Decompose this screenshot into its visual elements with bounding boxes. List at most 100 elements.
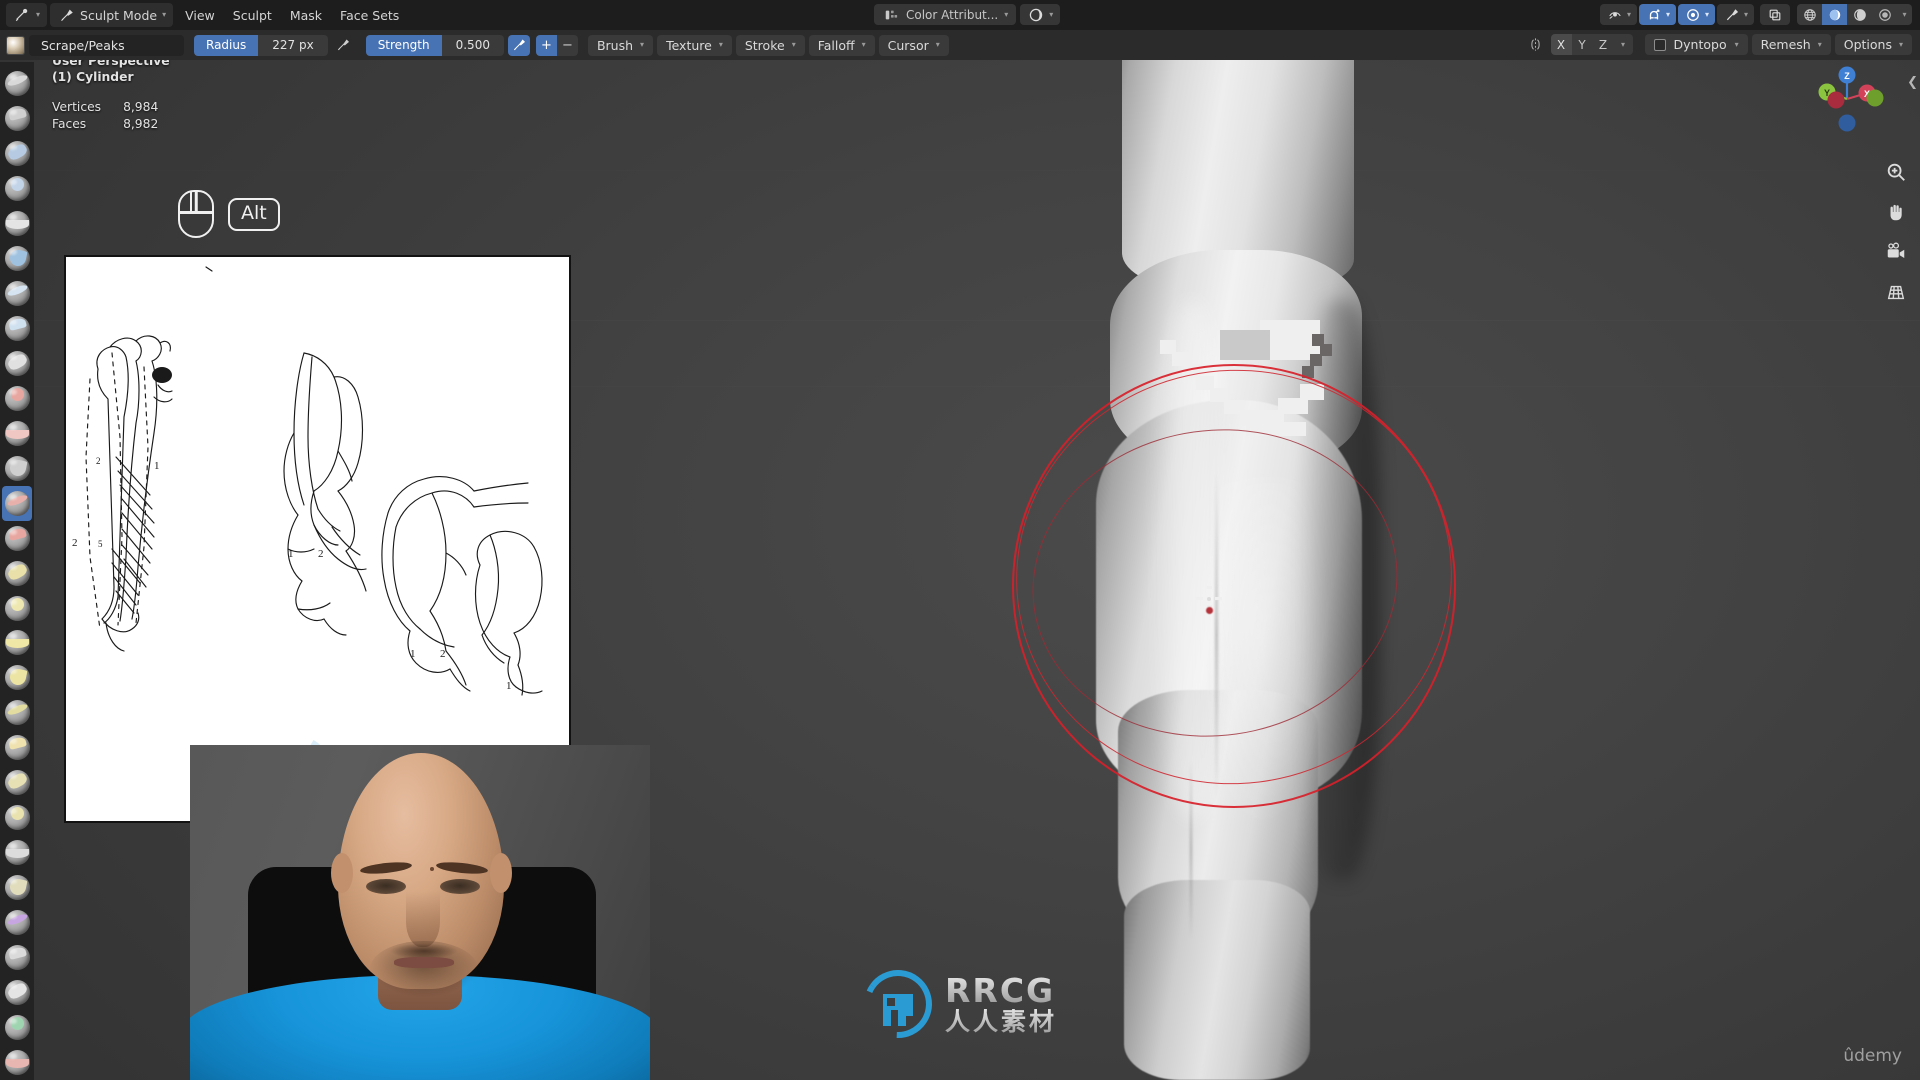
toolbar-tool-slide-relax[interactable] — [2, 835, 32, 870]
color-attribute-selector[interactable]: Color Attribut... — [874, 4, 1017, 25]
toolbar-tool-smooth[interactable] — [2, 381, 32, 416]
toolbar-tool-flatten[interactable] — [2, 416, 32, 451]
toolbar-tool-snake-hook[interactable] — [2, 660, 32, 695]
strength-pressure-pen-icon[interactable] — [507, 34, 530, 56]
menu-sculpt[interactable]: Sculpt — [224, 5, 281, 26]
active-brush-name[interactable]: Scrape/Peaks — [29, 34, 184, 56]
viewport-overlays-toggle[interactable] — [1760, 4, 1790, 25]
toolbar-tool-layer[interactable] — [2, 241, 32, 276]
symmetry-icon[interactable] — [1525, 34, 1547, 55]
remesh-dropdown[interactable]: Remesh — [1751, 34, 1831, 55]
shading-mode-button[interactable] — [1020, 4, 1061, 25]
toolbar-tool-thumb[interactable] — [2, 695, 32, 730]
tool-settings-bar[interactable]: Scrape/Peaks Radius 227 px Strength 0.50… — [0, 30, 1920, 60]
toolbar-tool-box-mask[interactable] — [2, 1045, 32, 1080]
editor-type-button[interactable] — [6, 3, 48, 27]
radius-field[interactable]: Radius 227 px — [194, 34, 328, 56]
toolbar-tool-draw[interactable] — [2, 66, 32, 101]
symmetry-chevron-down-icon[interactable] — [1613, 34, 1633, 55]
viewport-nav-buttons[interactable] — [1884, 160, 1908, 304]
direction-subtract-button[interactable]: − — [556, 34, 578, 56]
toolbar-tool-mask[interactable] — [2, 975, 32, 1010]
toolbar-tool-elastic-deform[interactable] — [2, 626, 32, 661]
dyntopo-toggle[interactable]: Dyntopo — [1644, 34, 1748, 55]
cursor-dropdown[interactable]: Cursor — [878, 34, 949, 56]
viewport-header[interactable]: Sculpt Mode View Sculpt Mask Face Sets C… — [0, 0, 1920, 30]
magnet-icon — [1645, 6, 1663, 24]
shading-wireframe-button[interactable] — [1797, 4, 1822, 25]
mode-selector-button[interactable]: Sculpt Mode — [50, 3, 174, 27]
toolbar-tool-fill[interactable] — [2, 451, 32, 486]
toolbar-tool-cloth[interactable] — [2, 905, 32, 940]
sculpt-mesh-leg[interactable] — [1000, 0, 1460, 1080]
eye-icon — [1606, 6, 1624, 24]
view-axis-gizmo[interactable]: Z Y X — [1810, 62, 1884, 136]
falloff-dropdown-label: Falloff — [817, 37, 855, 53]
brush-direction-toggle[interactable]: + − — [535, 34, 578, 56]
camera-icon[interactable] — [1884, 240, 1908, 264]
viewport-3d[interactable]: User Perspective (1) Cylinder Vertices 8… — [0, 0, 1920, 1080]
menu-view[interactable]: View — [176, 5, 224, 26]
tool-clay-strips-icon — [4, 175, 30, 201]
toolbar-tool-nudge[interactable] — [2, 765, 32, 800]
menu-mask[interactable]: Mask — [281, 5, 331, 26]
toolbar-tool-multiplane-scrape[interactable] — [2, 521, 32, 556]
brush-dropdown[interactable]: Brush — [587, 34, 654, 56]
strength-field[interactable]: Strength 0.500 — [365, 34, 504, 56]
toolbar-tool-simplify[interactable] — [2, 940, 32, 975]
toolbar-tool-boundary[interactable] — [2, 870, 32, 905]
texture-dropdown[interactable]: Texture — [657, 34, 732, 56]
radius-pressure-pen-icon[interactable] — [332, 35, 354, 56]
tool-mask-icon — [4, 980, 30, 1006]
sculpt-toolbar[interactable] — [0, 62, 34, 1080]
toolbar-tool-grab[interactable] — [2, 591, 32, 626]
direction-add-button[interactable]: + — [535, 34, 557, 56]
visibility-toggle[interactable] — [1599, 4, 1637, 25]
stat-value-faces: 8,982 — [123, 117, 159, 131]
brush-texture-swatch-icon[interactable] — [6, 35, 25, 55]
perspective-ortho-icon[interactable] — [1884, 280, 1908, 304]
toolbar-tool-clay-thumb[interactable] — [2, 206, 32, 241]
toolbar-tool-blob[interactable] — [2, 311, 32, 346]
tool-rotate-icon — [4, 805, 30, 831]
toolbar-tool-clay-strips[interactable] — [2, 171, 32, 206]
cursor-dropdown-label: Cursor — [887, 37, 929, 53]
toolbar-tool-draw-sharp[interactable] — [2, 101, 32, 136]
snap-toggle[interactable] — [1638, 4, 1676, 25]
zoom-icon[interactable] — [1884, 160, 1908, 184]
radius-value[interactable]: 227 px — [258, 34, 328, 56]
shading-material-button[interactable] — [1847, 4, 1872, 25]
toolbar-tool-pose[interactable] — [2, 730, 32, 765]
toolbar-tool-clay[interactable] — [2, 136, 32, 171]
brush-overlay-toggle[interactable] — [1716, 4, 1754, 25]
toolbar-tool-pinch[interactable] — [2, 556, 32, 591]
options-dropdown[interactable]: Options — [1834, 34, 1912, 55]
toolbar-tool-inflate[interactable] — [2, 276, 32, 311]
toolbar-tool-draw-face-sets[interactable] — [2, 1010, 32, 1045]
symmetry-axis-y[interactable]: Y — [1571, 34, 1593, 55]
symmetry-axis-z[interactable]: Z — [1592, 34, 1614, 55]
toolbar-tool-rotate[interactable] — [2, 800, 32, 835]
shading-rendered-button[interactable] — [1872, 4, 1897, 25]
shading-chevron-down-icon — [1049, 11, 1053, 19]
strength-value[interactable]: 0.500 — [441, 34, 504, 56]
proportional-editing-toggle[interactable] — [1677, 4, 1715, 25]
shading-mode-group[interactable] — [1797, 4, 1912, 25]
sidebar-toggle-icon[interactable]: ❮ — [1907, 75, 1918, 90]
stroke-dropdown[interactable]: Stroke — [735, 34, 805, 56]
menu-face-sets[interactable]: Face Sets — [331, 5, 408, 26]
tool-flatten-icon — [4, 420, 30, 446]
tool-simplify-icon — [4, 945, 30, 971]
symmetry-axis-group[interactable]: X Y Z — [1550, 34, 1633, 55]
rrcg-logo-icon — [862, 968, 934, 1040]
tool-clay-thumb-icon — [4, 210, 30, 236]
pan-hand-icon[interactable] — [1884, 200, 1908, 224]
checkbox-unchecked-icon[interactable] — [1653, 38, 1666, 51]
falloff-dropdown[interactable]: Falloff — [808, 34, 875, 56]
toolbar-tool-crease[interactable] — [2, 346, 32, 381]
toolbar-tool-scrape[interactable] — [2, 485, 32, 521]
shading-solid-button[interactable] — [1822, 4, 1847, 25]
shading-chevron-down-button[interactable] — [1897, 4, 1912, 25]
symmetry-axis-x[interactable]: X — [1550, 34, 1572, 55]
reference-image-panel[interactable]: 1 2 1 2 1 2 1 2 5 — [64, 255, 571, 823]
